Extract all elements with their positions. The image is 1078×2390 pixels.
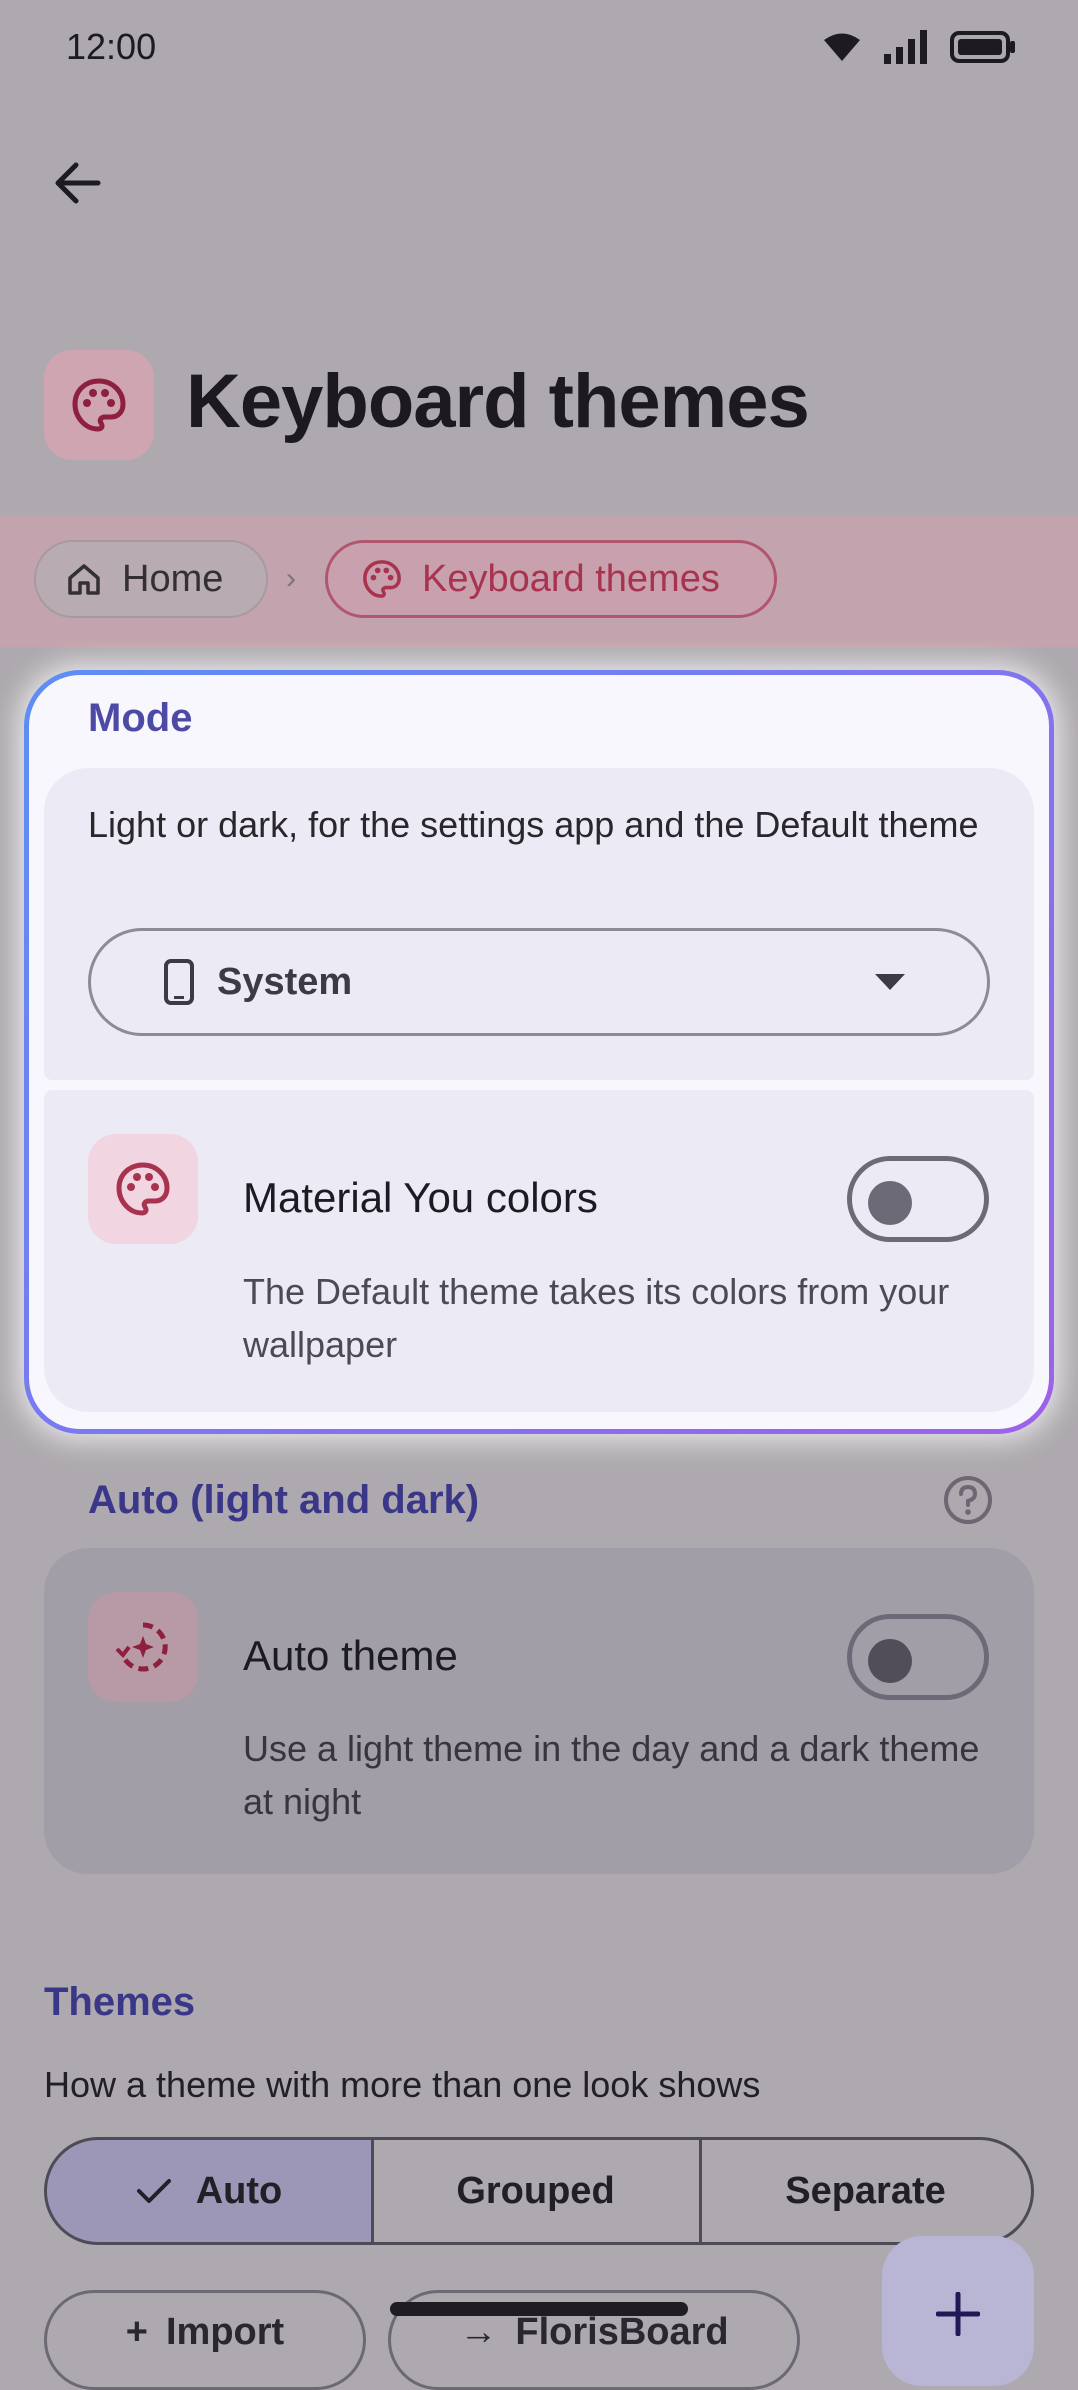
themes-description: How a theme with more than one look show… [44,2064,761,2105]
toggle-knob [868,1639,912,1683]
palette-icon [363,560,401,598]
import-button[interactable]: + Import [44,2290,366,2390]
back-button[interactable] [44,150,110,216]
status-icons [822,30,1016,64]
toggle-knob [868,1181,912,1225]
status-time: 12:00 [66,26,157,67]
mode-description: Light or dark, for the settings app and … [88,804,979,845]
segment-separate-label: Separate [785,2169,946,2212]
arrow-right-icon: → [459,2311,498,2353]
segment-auto[interactable]: Auto [44,2137,374,2245]
breadcrumb-current[interactable]: Keyboard themes [325,540,777,618]
arrow-back-icon [55,162,101,204]
home-indicator[interactable] [390,2302,688,2316]
auto-theme-toggle[interactable] [847,1614,989,1700]
help-icon[interactable] [942,1474,994,1526]
auto-mode-icon [115,1622,168,1672]
mode-section-label: Mode [88,696,193,740]
palette-icon [116,1162,170,1216]
breadcrumb-home-label: Home [122,557,224,600]
breadcrumb-home[interactable]: Home [34,540,268,618]
palette-icon [72,378,126,432]
battery-icon [950,31,1015,63]
florisboard-button-label: FlorisBoard [515,2311,729,2353]
dropdown-arrow-icon [875,974,905,990]
add-theme-fab[interactable] [882,2236,1034,2386]
auto-section-label: Auto (light and dark) [88,1478,480,1522]
add-icon: + [125,2311,148,2353]
material-you-title: Material You colors [243,1174,598,1221]
segment-separate[interactable]: Separate [700,2137,1034,2245]
signal-icon [884,30,927,64]
segment-grouped-label: Grouped [456,2169,615,2212]
title-palette-icon [44,350,154,460]
plus-icon [936,2292,980,2336]
check-icon [136,2179,171,2203]
auto-theme-subtitle: Use a light theme in the day and a dark … [243,1728,980,1822]
material-you-subtitle: The Default theme takes its colors from … [243,1271,950,1365]
breadcrumb-separator: › [286,562,296,595]
auto-theme-icon-tile [88,1592,198,1702]
material-you-icon-tile [88,1134,198,1244]
phone-icon [164,959,194,1005]
segment-auto-label: Auto [195,2169,283,2212]
themes-section-label: Themes [44,1980,196,2024]
home-icon [68,564,100,595]
breadcrumb-current-label: Keyboard themes [422,557,720,600]
auto-theme-title: Auto theme [243,1632,458,1679]
mode-dropdown-value: System [217,960,353,1003]
wifi-icon [824,33,860,61]
mode-dropdown[interactable]: System [88,928,990,1036]
import-button-label: Import [165,2311,285,2353]
page-title: Keyboard themes [186,359,810,444]
material-you-toggle[interactable] [847,1156,989,1242]
segment-grouped[interactable]: Grouped [372,2137,702,2245]
